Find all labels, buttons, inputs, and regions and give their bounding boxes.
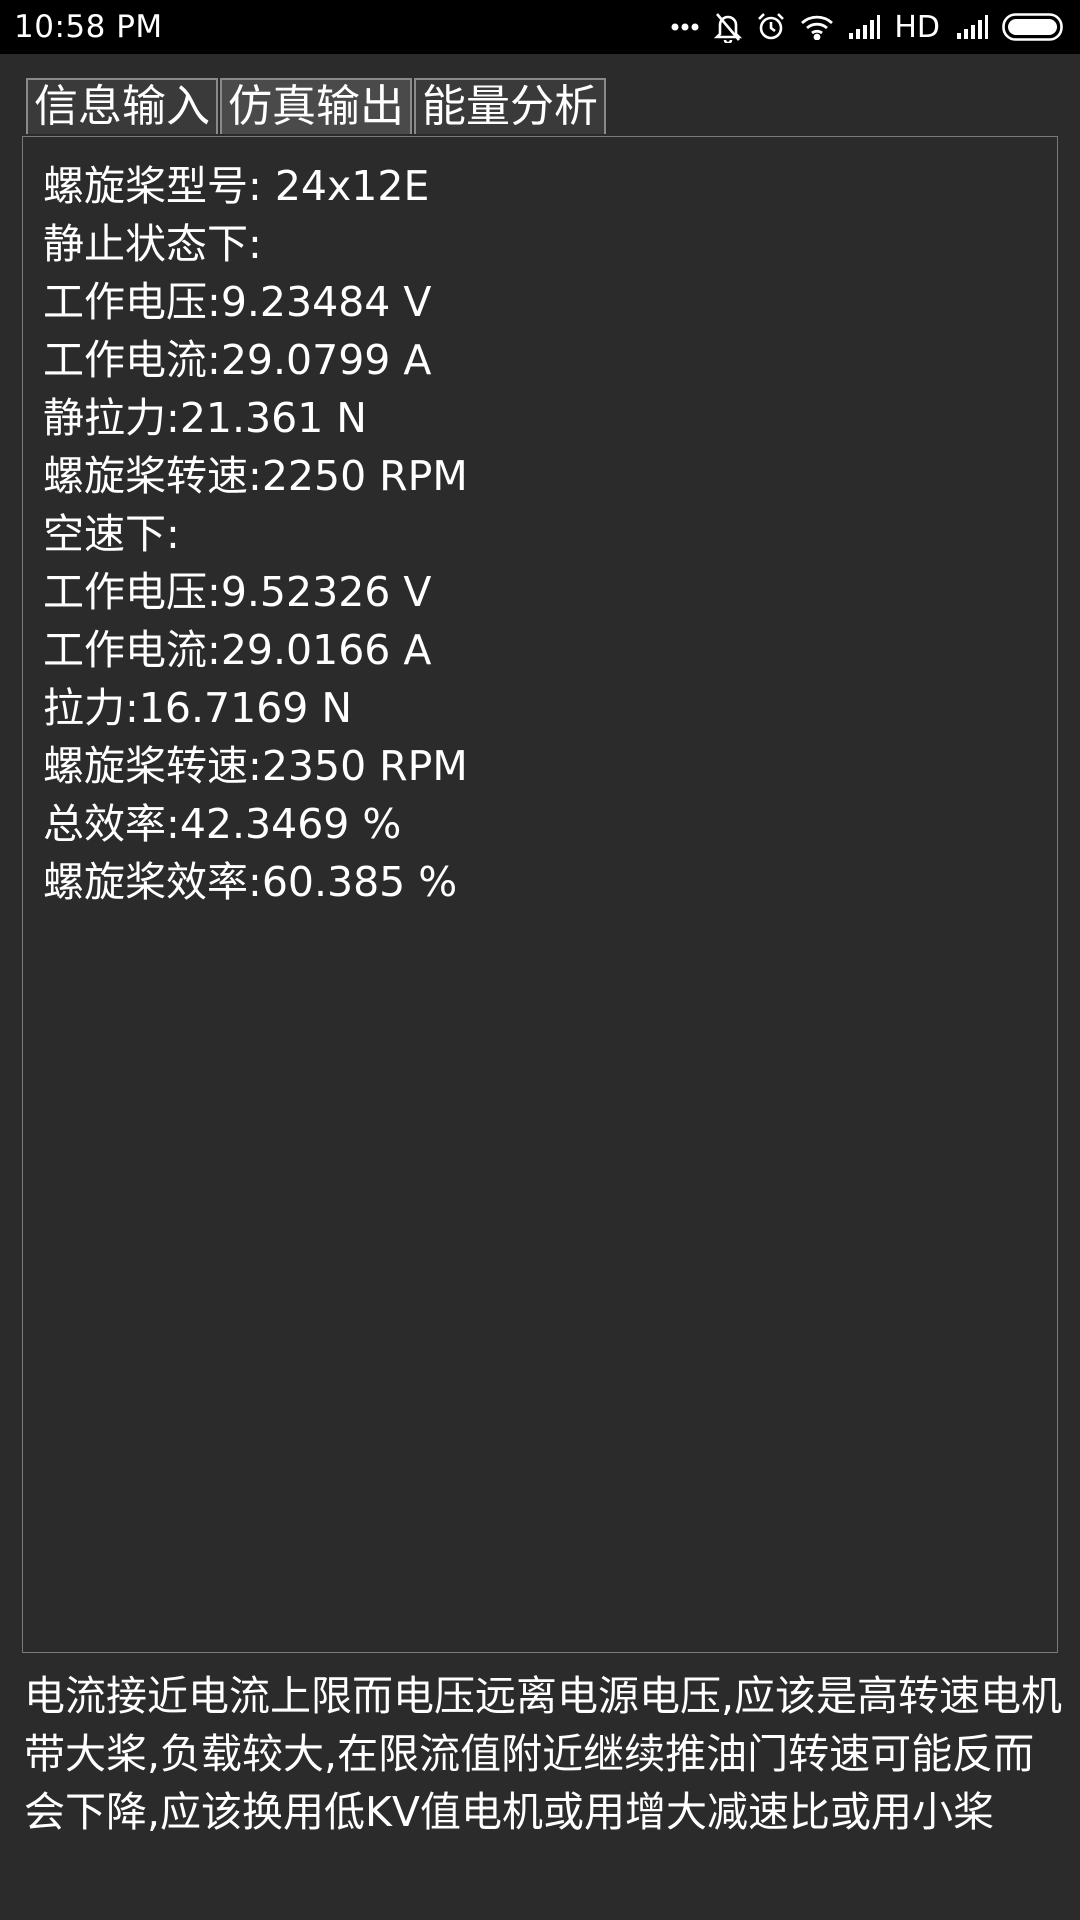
tab-bar: 信息输入 仿真输出 能量分析 bbox=[26, 78, 606, 134]
result-line: 工作电压:9.23484 V bbox=[43, 278, 432, 326]
results-panel: 螺旋桨型号: 24x12E 静止状态下: 工作电压:9.23484 V 工作电流:29… bbox=[22, 136, 1058, 1653]
battery-icon bbox=[1002, 13, 1066, 41]
advice-text: 电流接近电流上限而电压远离电源电压,应该是高转速电机带大桨,负载较大,在限流值附… bbox=[24, 1672, 1063, 1836]
status-bar: 10:58 PM HD bbox=[0, 0, 1080, 54]
network-type-label: HD bbox=[894, 9, 940, 45]
bell-muted-icon bbox=[714, 11, 743, 43]
alarm-icon bbox=[756, 12, 786, 42]
result-line: 螺旋桨转速:2250 RPM bbox=[43, 452, 468, 500]
result-line: 静止状态下: bbox=[43, 220, 262, 268]
signal-icon bbox=[848, 15, 881, 39]
result-line: 工作电流:29.0166 A bbox=[43, 626, 432, 674]
signal-icon bbox=[956, 15, 988, 39]
status-icons: HD bbox=[670, 10, 1066, 45]
tab-simulation-output[interactable]: 仿真输出 bbox=[220, 78, 412, 134]
result-line: 拉力:16.7169 N bbox=[43, 684, 353, 732]
result-line: 总效率:42.3469 % bbox=[43, 800, 402, 848]
results-list: 螺旋桨型号: 24x12E 静止状态下: 工作电压:9.23484 V 工作电流:29… bbox=[43, 157, 468, 911]
result-line: 工作电压:9.52326 V bbox=[43, 568, 432, 616]
tab-energy-analysis[interactable]: 能量分析 bbox=[414, 78, 606, 134]
wifi-icon bbox=[800, 14, 834, 40]
result-line: 工作电流:29.0799 A bbox=[43, 336, 432, 384]
result-line: 静拉力:21.361 N bbox=[43, 394, 367, 442]
tab-info-input[interactable]: 信息输入 bbox=[26, 78, 218, 134]
result-line: 空速下: bbox=[43, 510, 180, 558]
more-dots-icon bbox=[670, 22, 700, 32]
status-time: 10:58 PM bbox=[14, 9, 163, 45]
result-line: 螺旋桨效率:60.385 % bbox=[43, 858, 458, 906]
result-line: 螺旋桨型号: 24x12E bbox=[43, 162, 430, 210]
result-line: 螺旋桨转速:2350 RPM bbox=[43, 742, 468, 790]
